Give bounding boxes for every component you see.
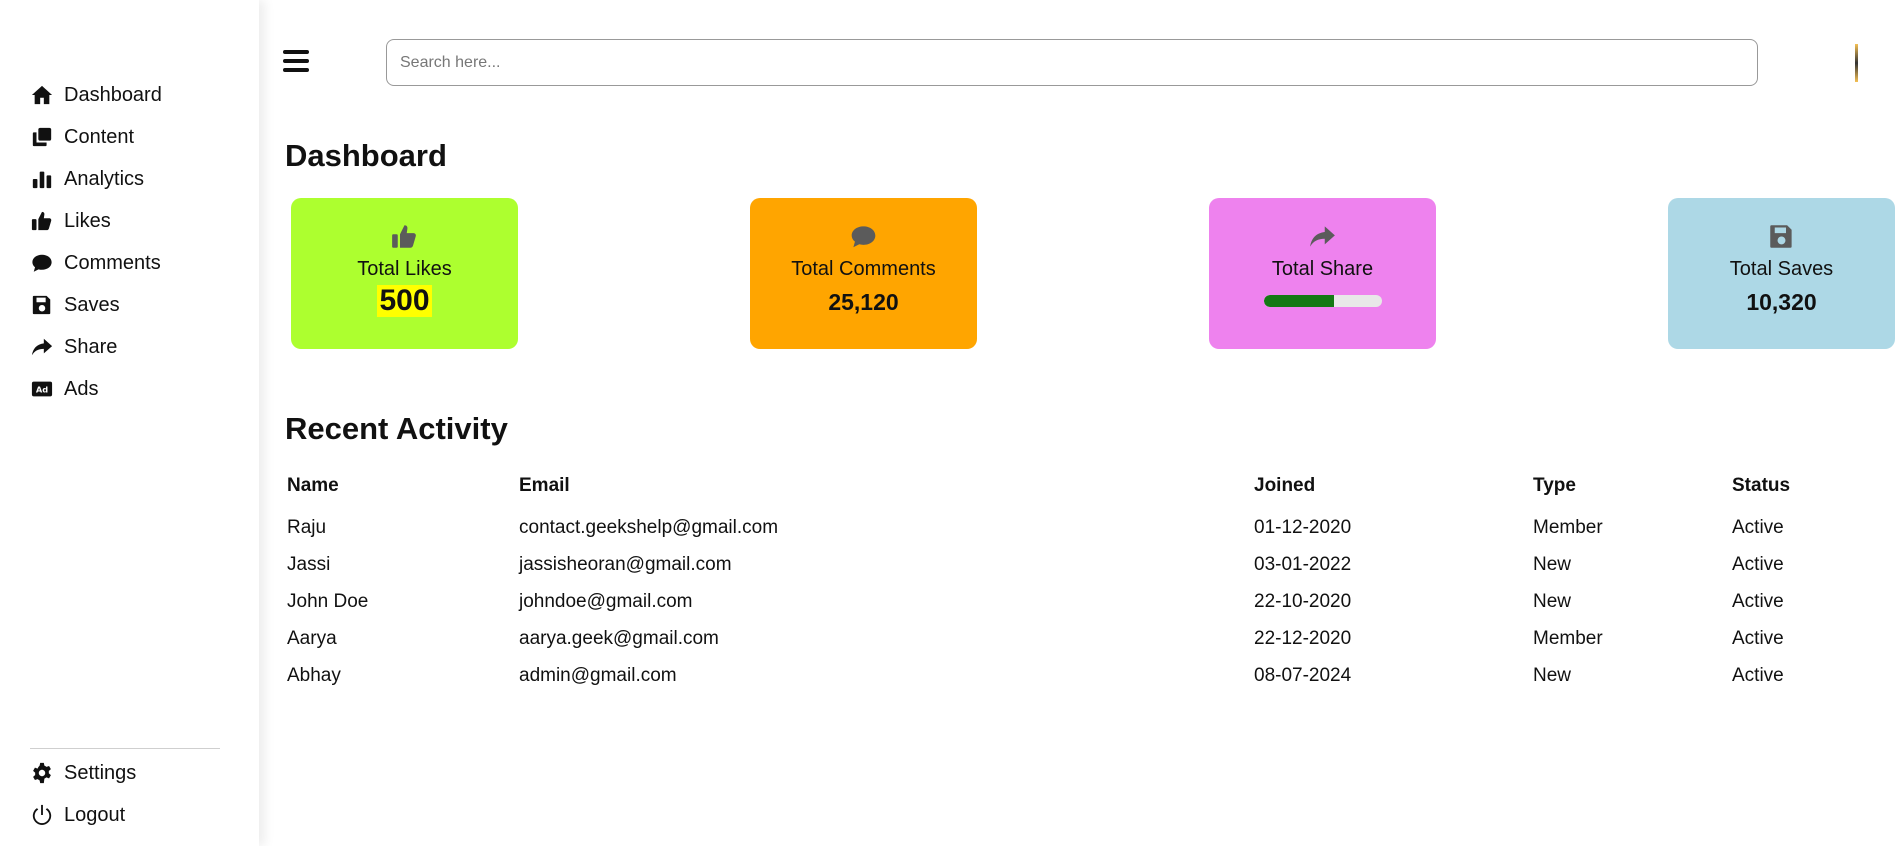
sidebar-item-label: Saves	[64, 293, 120, 316]
sidebar-item-label: Ads	[64, 377, 99, 400]
cell-type: Member	[1533, 627, 1603, 649]
sidebar-item-saves[interactable]: Saves	[30, 284, 162, 326]
column-header-email: Email	[519, 475, 570, 496]
cell-type: New	[1533, 664, 1572, 686]
cell-status: Active	[1732, 664, 1784, 686]
sidebar-item-comments[interactable]: Comments	[30, 242, 162, 284]
cell-joined: 22-10-2020	[1254, 590, 1352, 612]
cell-email: aarya.geek@gmail.com	[519, 627, 719, 649]
bar-chart-icon	[30, 167, 54, 191]
sidebar-item-label: Logout	[64, 803, 126, 826]
sidebar-item-label: Dashboard	[64, 83, 162, 106]
share-arrow-icon	[1309, 222, 1336, 250]
share-arrow-icon	[30, 335, 54, 359]
sidebar-item-logout[interactable]: Logout	[30, 794, 136, 836]
cell-joined: 03-01-2022	[1254, 553, 1352, 575]
table-row[interactable]: Raju contact.geekshelp@gmail.com 01-12-2…	[285, 509, 1865, 546]
column-header-status: Status	[1732, 475, 1791, 496]
share-progress-fill	[1263, 295, 1335, 307]
hamburger-icon[interactable]	[283, 50, 309, 72]
card-label: Total Likes	[357, 258, 452, 280]
sidebar-item-label: Analytics	[64, 167, 145, 190]
cell-joined: 08-07-2024	[1254, 664, 1352, 686]
sidebar-item-analytics[interactable]: Analytics	[30, 158, 162, 200]
topbar	[259, 0, 1904, 100]
floppy-disk-icon	[30, 293, 54, 317]
sidebar-item-share[interactable]: Share	[30, 326, 162, 368]
stats-cards: Total Likes 500 Total Comments 25,120 To…	[291, 198, 1895, 350]
recent-activity-title: Recent Activity	[285, 411, 508, 446]
copy-icon	[30, 125, 54, 149]
main-content: Dashboard Total Likes 500 Total Comments…	[259, 0, 1904, 846]
sidebar-item-likes[interactable]: Likes	[30, 200, 162, 242]
card-label: Total Saves	[1729, 258, 1834, 280]
gear-icon	[30, 761, 54, 785]
search-input[interactable]	[386, 39, 1758, 86]
cell-joined: 22-12-2020	[1254, 627, 1352, 649]
power-icon	[30, 803, 54, 827]
table-row[interactable]: Jassi jassisheoran@gmail.com 03-01-2022 …	[285, 546, 1865, 583]
cell-name: Abhay	[287, 664, 341, 686]
cell-status: Active	[1732, 553, 1784, 575]
table-row[interactable]: Abhay admin@gmail.com 08-07-2024 New Act…	[285, 657, 1865, 694]
table-row[interactable]: Aarya aarya.geek@gmail.com 22-12-2020 Me…	[285, 620, 1865, 657]
thumbs-up-icon	[30, 209, 54, 233]
card-total-likes[interactable]: Total Likes 500	[291, 198, 518, 349]
sidebar: Dashboard Content Analytics Likes Commen…	[0, 0, 259, 846]
cell-name: John Doe	[287, 590, 369, 612]
sidebar-bottom-nav: Settings Logout	[30, 752, 136, 836]
sidebar-item-ads[interactable]: Ad Ads	[30, 368, 162, 410]
page-title: Dashboard	[285, 138, 447, 173]
card-label: Total Share	[1271, 258, 1374, 280]
home-icon	[30, 83, 54, 107]
floppy-disk-icon	[1768, 222, 1795, 250]
share-progress-bar	[1263, 295, 1382, 307]
cell-name: Aarya	[287, 627, 337, 649]
cell-email: contact.geekshelp@gmail.com	[519, 516, 779, 538]
card-value: 10,320	[1746, 289, 1817, 315]
ad-icon: Ad	[30, 377, 54, 401]
sidebar-item-label: Content	[64, 125, 135, 148]
cell-type: New	[1533, 553, 1572, 575]
sidebar-item-label: Settings	[64, 761, 137, 784]
sidebar-item-dashboard[interactable]: Dashboard	[30, 74, 162, 116]
table-row[interactable]: John Doe johndoe@gmail.com 22-10-2020 Ne…	[285, 583, 1865, 620]
card-total-saves[interactable]: Total Saves 10,320	[1668, 198, 1895, 349]
comment-icon	[30, 251, 54, 275]
card-value: 25,120	[828, 289, 899, 315]
sidebar-item-content[interactable]: Content	[30, 116, 162, 158]
cell-email: jassisheoran@gmail.com	[519, 553, 732, 575]
card-total-comments[interactable]: Total Comments 25,120	[750, 198, 977, 349]
cell-status: Active	[1732, 590, 1784, 612]
sidebar-item-label: Share	[64, 335, 118, 358]
card-total-share[interactable]: Total Share	[1209, 198, 1436, 349]
cell-type: Member	[1533, 516, 1603, 538]
cell-email: admin@gmail.com	[519, 664, 677, 686]
avatar[interactable]	[1855, 44, 1858, 82]
table-header-row: Name Email Joined Type Status	[285, 467, 1865, 509]
sidebar-nav: Dashboard Content Analytics Likes Commen…	[30, 74, 162, 410]
recent-activity-table: Name Email Joined Type Status Raju conta…	[285, 467, 1865, 694]
card-label: Total Comments	[791, 258, 936, 280]
card-value: 500	[377, 284, 432, 317]
cell-status: Active	[1732, 627, 1784, 649]
sidebar-item-settings[interactable]: Settings	[30, 752, 136, 794]
column-header-name: Name	[287, 475, 339, 496]
sidebar-divider	[30, 748, 220, 749]
cell-name: Jassi	[287, 553, 331, 575]
cell-status: Active	[1732, 516, 1784, 538]
cell-email: johndoe@gmail.com	[519, 590, 693, 612]
sidebar-item-label: Comments	[64, 251, 161, 274]
svg-text:Ad: Ad	[36, 385, 48, 395]
cell-name: Raju	[287, 516, 327, 538]
cell-type: New	[1533, 590, 1572, 612]
comment-icon	[850, 222, 877, 250]
column-header-joined: Joined	[1254, 475, 1316, 496]
sidebar-item-label: Likes	[64, 209, 111, 232]
thumbs-up-icon	[391, 222, 418, 250]
column-header-type: Type	[1533, 475, 1576, 496]
cell-joined: 01-12-2020	[1254, 516, 1352, 538]
